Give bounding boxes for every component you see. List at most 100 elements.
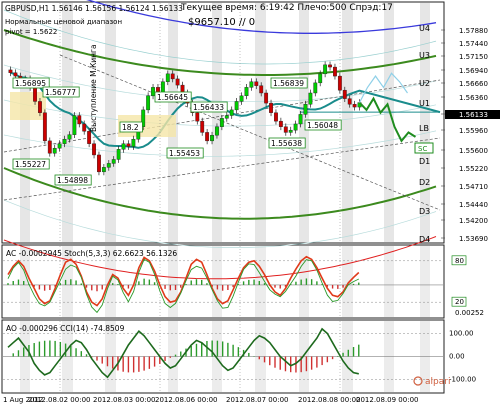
price-axis-label: 1.57150 (459, 53, 488, 61)
price-tag: 1.56048 (307, 121, 338, 130)
candle-body (160, 81, 165, 94)
candle-body (67, 134, 72, 140)
level-label: U2 (419, 79, 430, 88)
candle-body (33, 87, 37, 102)
price-tag: 1.55453 (169, 149, 200, 158)
candle-body (72, 115, 77, 135)
candle-body (42, 112, 47, 142)
candle-body (278, 120, 283, 127)
candle-body (333, 66, 337, 77)
price-axis-label: 1.54710 (459, 183, 488, 191)
candle-body (244, 87, 249, 97)
price-axis-label: 1.53690 (459, 235, 488, 243)
candle-body (288, 129, 293, 133)
candle-body (259, 85, 264, 94)
session-band (342, 3, 353, 242)
candle-body (219, 118, 224, 127)
price-tag: 1.54898 (57, 176, 88, 185)
ac-label: AC -0.0002945 Stoch(5,3,3) 62.6623 56.13… (6, 249, 177, 258)
price-axis-label: 1.56940 (459, 67, 488, 75)
candle-body (210, 135, 214, 142)
candle-body (82, 123, 87, 132)
candle-body (318, 73, 323, 84)
price-axis-label: 1.54440 (459, 201, 488, 209)
candle-body (38, 101, 42, 113)
session-band (420, 246, 430, 317)
candle-body (249, 81, 254, 88)
price-axis-label: 1.54200 (459, 217, 488, 225)
candle-body (131, 138, 136, 147)
time-axis-label: 2012.08.07 00:00 (226, 396, 288, 404)
session-band (255, 3, 266, 242)
session-band (105, 3, 116, 242)
price-axis-label: 1.57880 (459, 27, 488, 35)
watermark-text: alpari (425, 377, 450, 387)
session-band (342, 246, 353, 317)
price-axis-label: 1.55600 (459, 147, 488, 155)
candle-body (229, 109, 234, 116)
sc-label: SC (418, 145, 427, 153)
candle-body (313, 82, 318, 94)
session-band (212, 246, 222, 317)
candle-body (303, 104, 308, 115)
level-label: D2 (419, 178, 430, 187)
candle-body (47, 140, 52, 154)
time-axis-label: 2012.08.09 00:00 (356, 396, 418, 404)
candle-body (234, 101, 239, 111)
candle-body (151, 87, 155, 97)
candle-body (62, 138, 67, 144)
level-label: LB (419, 124, 429, 133)
candle-body (347, 98, 352, 105)
level-label: U3 (419, 51, 430, 60)
candle-body (106, 163, 111, 168)
ac-axis-label: 20 (455, 298, 464, 306)
price-axis-label: 1.55220 (459, 165, 488, 173)
candle-body (175, 78, 180, 86)
price-axis-label: 1.55960 (459, 127, 488, 135)
candle-body (293, 123, 298, 131)
candle-body (121, 143, 126, 150)
candle-body (328, 64, 332, 68)
price-tag: 1.55638 (271, 139, 302, 148)
candle-body (116, 149, 121, 160)
chart-svg: 1.568951.56777 1.56645 1.56433 1.56839 1.560… (0, 0, 500, 408)
candle-body (170, 73, 175, 80)
price-tag: 1.56433 (193, 103, 224, 112)
price-tag: 1.56839 (273, 79, 304, 88)
candle-body (274, 112, 278, 122)
candle-body (215, 126, 219, 136)
time-axis-label: 2012.08.03 00:00 (93, 396, 155, 404)
level-label: U1 (419, 99, 430, 108)
candle-body (224, 115, 229, 119)
level-label: D3 (419, 207, 430, 216)
candle-body (269, 102, 273, 113)
candle-body (77, 115, 82, 125)
price-axis-label: 1.56660 (459, 80, 488, 88)
candle-body (283, 126, 288, 133)
candle-body (264, 92, 269, 104)
ao-axis-label: 100.00 (449, 330, 474, 338)
candle-body (146, 95, 151, 111)
candle-body (165, 73, 170, 82)
sc-marker: SC (414, 142, 434, 154)
price-tag: 1.56645 (157, 93, 188, 102)
ac-axis-label: 80 (455, 257, 464, 265)
candle-body (342, 89, 347, 99)
candle-body (239, 95, 244, 102)
candle-body (92, 143, 96, 156)
candle-body (111, 159, 116, 164)
price-tag: 1.55227 (15, 160, 46, 169)
price-tag: 1.56777 (45, 88, 76, 97)
session-band (384, 246, 394, 317)
candle-body (126, 143, 131, 147)
level-label: U4 (419, 24, 430, 33)
ac-axis-label: 0.00252 (455, 309, 484, 317)
time-axis-label: 2012.08.02 00:00 (28, 396, 90, 404)
price-axis-label: 1.56133 (459, 111, 488, 119)
candle-body (254, 81, 259, 86)
time-axis: 1 Aug 20122012.08.02 00:00 2012.08.03 00:… (3, 396, 418, 404)
ao-label: AO -0.000296 CCI(14) -74.8509 (6, 324, 125, 333)
price-tag: 1.56895 (15, 79, 46, 88)
candle-body (323, 64, 328, 75)
candle-body (337, 75, 342, 91)
